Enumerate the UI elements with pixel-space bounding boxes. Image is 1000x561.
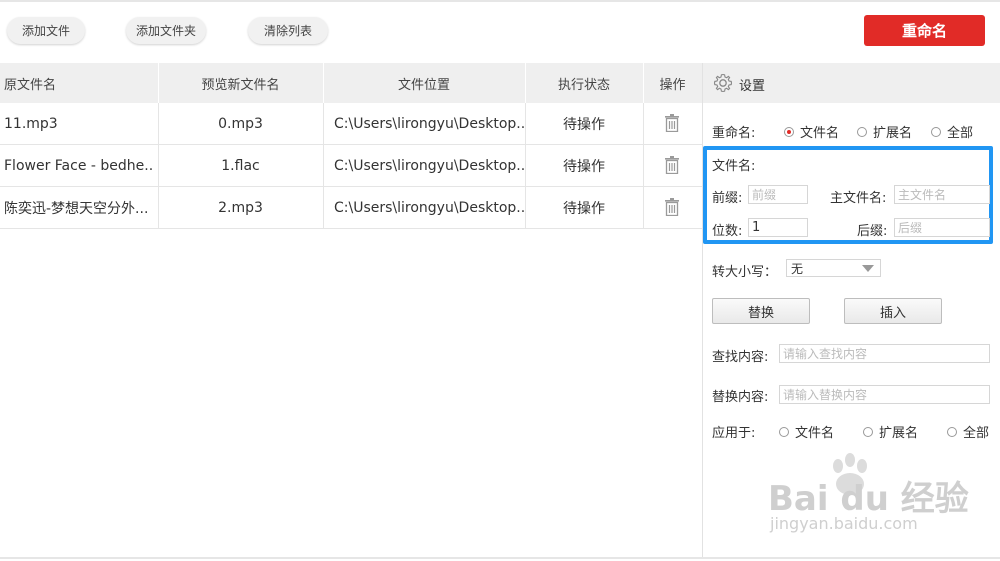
bottom-border <box>0 557 1000 559</box>
chevron-down-icon <box>862 265 874 272</box>
prefix-input[interactable]: 前缀 <box>748 185 808 204</box>
apply-extension-radio[interactable]: 扩展名 <box>863 422 918 441</box>
radio-dot <box>863 426 873 437</box>
radio-dot <box>857 126 867 137</box>
settings-title: 设置 <box>739 79 766 94</box>
top-border <box>0 0 1000 2</box>
radio-dot <box>947 426 957 437</box>
radio-dot <box>931 126 941 137</box>
preview-filename: 0.mp3 <box>218 115 263 132</box>
status-text: 待操作 <box>563 116 605 133</box>
panel-divider <box>702 63 703 557</box>
apply-filename-radio[interactable]: 文件名 <box>779 422 834 441</box>
apply-all-radio[interactable]: 全部 <box>947 422 989 441</box>
suffix-input[interactable]: 后缀 <box>894 218 990 237</box>
find-label: 查找内容: <box>712 350 769 365</box>
header-file-location: 文件位置 <box>397 77 450 93</box>
main-filename-input[interactable]: 主文件名 <box>894 185 990 204</box>
replace-content-label: 替换内容: <box>712 390 769 405</box>
radio-dot <box>779 426 789 437</box>
settings-header: 设置 <box>703 63 1000 103</box>
radio-label: 扩展名 <box>879 426 919 441</box>
trash-icon[interactable] <box>664 114 680 132</box>
radio-label: 全部 <box>963 426 990 441</box>
case-label: 转大小写： <box>712 265 778 280</box>
rename-mode-extension-radio[interactable]: 扩展名 <box>857 122 912 141</box>
header-status: 执行状态 <box>557 77 610 93</box>
filename-section-label: 文件名: <box>712 159 756 174</box>
radio-label: 文件名 <box>800 126 840 141</box>
case-select-value: 无 <box>791 261 804 276</box>
file-table-header: 原文件名 预览新文件名 文件位置 执行状态 操作 <box>0 63 702 103</box>
file-location: C:\Users\lirongyu\Desktop... <box>334 115 524 132</box>
rename-button[interactable]: 重命名 <box>864 15 985 46</box>
clear-list-button[interactable]: 清除列表 <box>248 17 328 44</box>
file-location: C:\Users\lirongyu\Desktop... <box>334 199 524 216</box>
add-file-button[interactable]: 添加文件 <box>7 17 85 44</box>
add-folder-button[interactable]: 添加文件夹 <box>126 17 206 44</box>
table-row[interactable]: 陈奕迅-梦想天空分外... 2.mp3 C:\Users\lirongyu\De… <box>0 187 702 229</box>
preview-filename: 1.flac <box>221 157 260 174</box>
radio-label: 全部 <box>947 126 974 141</box>
rename-mode-all-radio[interactable]: 全部 <box>931 122 973 141</box>
radio-label: 扩展名 <box>873 126 913 141</box>
replace-content-input[interactable]: 请输入替换内容 <box>779 385 990 404</box>
radio-label: 文件名 <box>795 426 835 441</box>
trash-icon[interactable] <box>664 198 680 216</box>
digits-label: 位数: <box>712 224 743 239</box>
status-text: 待操作 <box>563 158 605 175</box>
original-filename: 11.mp3 <box>4 115 58 132</box>
find-input[interactable]: 请输入查找内容 <box>779 344 990 363</box>
header-action: 操作 <box>659 77 686 93</box>
main-filename-label: 主文件名: <box>830 191 887 206</box>
apply-to-label: 应用于: <box>712 426 756 441</box>
digits-input[interactable]: 1 <box>748 218 808 237</box>
original-filename: 陈奕迅-梦想天空分外... <box>4 200 149 217</box>
column-divider <box>643 103 644 228</box>
radio-dot <box>784 126 794 137</box>
rename-mode-filename-radio[interactable]: 文件名 <box>784 122 839 141</box>
header-preview-name: 预览新文件名 <box>201 77 280 93</box>
suffix-label: 后缀: <box>857 224 888 239</box>
preview-filename: 2.mp3 <box>218 199 263 216</box>
rename-mode-label: 重命名: <box>712 126 756 141</box>
file-location: C:\Users\lirongyu\Desktop... <box>334 157 524 174</box>
column-divider <box>158 103 159 228</box>
gear-icon[interactable] <box>713 73 733 93</box>
prefix-label: 前缀: <box>712 191 743 206</box>
watermark-url: jingyan.baidu.com <box>770 514 918 533</box>
replace-button[interactable]: 替换 <box>712 298 810 324</box>
column-divider <box>323 103 324 228</box>
watermark-logo: Bai du 经验 <box>768 479 969 519</box>
table-row[interactable]: 11.mp3 0.mp3 C:\Users\lirongyu\Desktop..… <box>0 103 702 145</box>
case-select[interactable]: 无 <box>786 259 881 277</box>
trash-icon[interactable] <box>664 156 680 174</box>
original-filename: Flower Face - bedhe... <box>4 157 154 174</box>
table-row[interactable]: Flower Face - bedhe... 1.flac C:\Users\l… <box>0 145 702 187</box>
status-text: 待操作 <box>563 200 605 217</box>
insert-button[interactable]: 插入 <box>844 298 942 324</box>
column-divider <box>525 103 526 228</box>
header-original-name: 原文件名 <box>4 77 57 93</box>
